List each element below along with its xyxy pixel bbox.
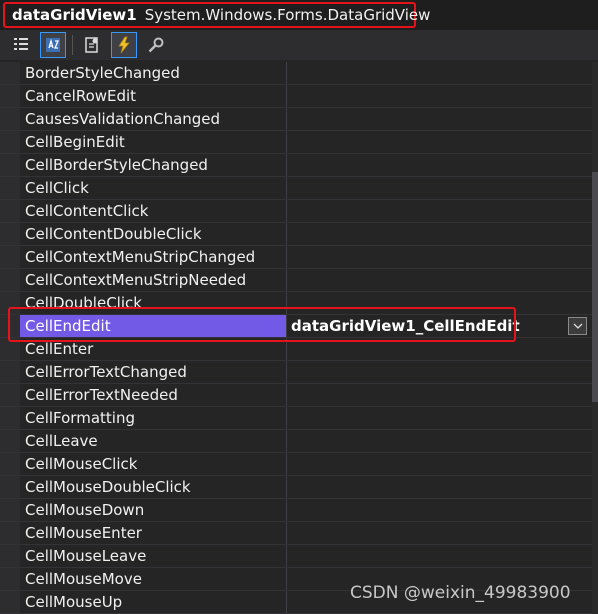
event-row[interactable]: CellMouseDown — [0, 499, 592, 522]
event-row[interactable]: CellBorderStyleChanged — [0, 154, 592, 177]
categorized-icon — [14, 38, 28, 50]
property-pages-button[interactable] — [143, 32, 169, 58]
event-row[interactable]: CellClick — [0, 177, 592, 200]
event-name: CellMouseDoubleClick — [25, 478, 191, 496]
event-name: BorderStyleChanged — [25, 64, 180, 82]
handler-dropdown-button[interactable] — [568, 317, 587, 335]
event-name: CellErrorTextNeeded — [25, 386, 178, 404]
object-type: System.Windows.Forms.DataGridView — [144, 6, 431, 24]
events-button[interactable] — [111, 32, 137, 58]
event-name: CellMouseMove — [25, 570, 142, 588]
event-name: CellMouseDown — [25, 501, 145, 519]
event-name: CellBeginEdit — [25, 133, 125, 151]
event-row[interactable]: CancelRowEdit — [0, 85, 592, 108]
event-name: CellDoubleClick — [25, 294, 142, 312]
event-row[interactable]: CellDoubleClick — [0, 292, 592, 315]
event-name: CellErrorTextChanged — [25, 363, 187, 381]
event-name: CellFormatting — [25, 409, 135, 427]
event-name: CellMouseLeave — [25, 547, 147, 565]
event-row[interactable]: BorderStyleChanged — [0, 62, 592, 85]
event-row-selected[interactable]: CellEndEdit dataGridView1_CellEndEdit — [0, 315, 592, 338]
properties-button[interactable] — [79, 32, 105, 58]
categorized-button[interactable] — [8, 32, 34, 58]
vertical-scrollbar[interactable] — [592, 62, 598, 614]
property-pages-icon — [148, 37, 164, 53]
object-name: dataGridView1 — [12, 6, 137, 24]
event-name: CancelRowEdit — [25, 87, 137, 105]
event-name: CellEndEdit — [25, 317, 111, 335]
alphabetical-icon — [46, 38, 60, 52]
event-row[interactable]: CellContentDoubleClick — [0, 223, 592, 246]
properties-toolbar — [0, 30, 598, 60]
event-row[interactable]: CellErrorTextChanged — [0, 361, 592, 384]
events-icon — [118, 36, 130, 54]
event-name: CellBorderStyleChanged — [25, 156, 208, 174]
event-row[interactable]: CellContextMenuStripChanged — [0, 246, 592, 269]
event-row[interactable]: CellContentClick — [0, 200, 592, 223]
event-name: CausesValidationChanged — [25, 110, 221, 128]
event-row[interactable]: CellMouseEnter — [0, 522, 592, 545]
event-row[interactable]: CellContextMenuStripNeeded — [0, 269, 592, 292]
event-row[interactable]: CellEnter — [0, 338, 592, 361]
event-name: CellContextMenuStripNeeded — [25, 271, 247, 289]
event-name: CellMouseEnter — [25, 524, 142, 542]
event-row[interactable]: CellBeginEdit — [0, 131, 592, 154]
event-name: CellContextMenuStripChanged — [25, 248, 256, 266]
object-selector[interactable]: dataGridView1 System.Windows.Forms.DataG… — [0, 0, 598, 30]
scrollbar-thumb[interactable] — [592, 172, 598, 402]
event-row[interactable]: CellLeave — [0, 430, 592, 453]
alphabetical-button[interactable] — [40, 32, 66, 58]
event-row[interactable]: CellFormatting — [0, 407, 592, 430]
event-row[interactable]: CellMouseDoubleClick — [0, 476, 592, 499]
toolbar-separator — [72, 35, 73, 55]
events-grid: BorderStyleChanged CancelRowEdit CausesV… — [0, 62, 598, 614]
event-row[interactable]: CellErrorTextNeeded — [0, 384, 592, 407]
object-selector-box[interactable]: dataGridView1 System.Windows.Forms.DataG… — [3, 2, 430, 28]
event-name: CellContentClick — [25, 202, 149, 220]
properties-icon — [85, 37, 98, 53]
chevron-down-icon — [573, 323, 582, 329]
event-name: CellLeave — [25, 432, 98, 450]
event-row[interactable]: CellMouseClick — [0, 453, 592, 476]
event-handler-value[interactable]: dataGridView1_CellEndEdit — [291, 315, 520, 337]
watermark: CSDN @weixin_49983900 — [350, 583, 571, 603]
event-rows: BorderStyleChanged CancelRowEdit CausesV… — [0, 62, 592, 614]
event-name: CellMouseUp — [25, 593, 123, 611]
event-name: CellClick — [25, 179, 89, 197]
event-name: CellContentDoubleClick — [25, 225, 202, 243]
event-name: CellEnter — [25, 340, 94, 358]
event-name: CellMouseClick — [25, 455, 138, 473]
event-row[interactable]: CausesValidationChanged — [0, 108, 592, 131]
event-row[interactable]: CellMouseLeave — [0, 545, 592, 568]
